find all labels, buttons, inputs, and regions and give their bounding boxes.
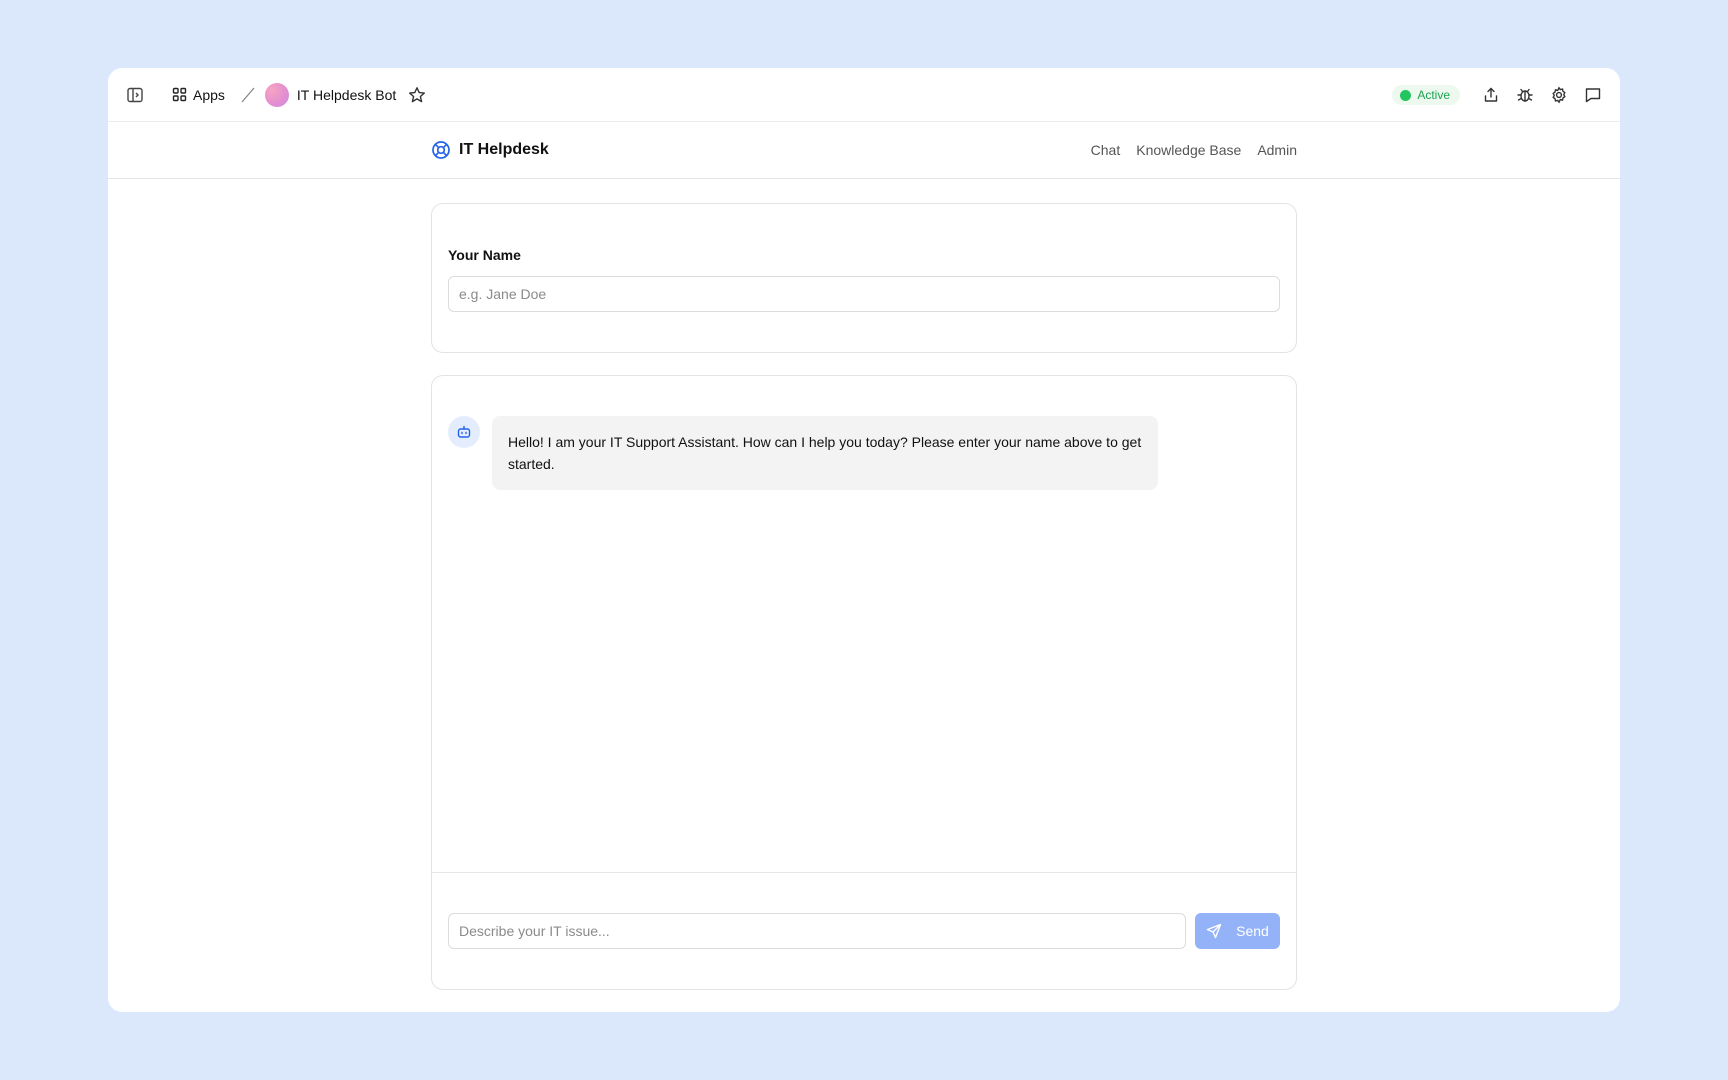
- bot-avatar: [448, 416, 480, 448]
- breadcrumb-separator: [241, 87, 255, 102]
- send-button[interactable]: Send: [1195, 913, 1280, 949]
- chat-card: Hello! I am your IT Support Assistant. H…: [431, 375, 1297, 990]
- send-icon: [1206, 923, 1222, 939]
- name-card: Your Name: [431, 203, 1297, 353]
- sidebar-toggle-icon[interactable]: [124, 84, 146, 106]
- nav-knowledge-base[interactable]: Knowledge Base: [1136, 142, 1241, 158]
- nav-admin[interactable]: Admin: [1257, 142, 1297, 158]
- chat-divider: [432, 872, 1296, 873]
- send-label: Send: [1236, 923, 1269, 939]
- apps-label: Apps: [193, 86, 225, 103]
- app-name[interactable]: IT Helpdesk Bot: [297, 87, 396, 103]
- lifebuoy-icon: [432, 141, 450, 159]
- name-field-label: Your Name: [448, 247, 521, 263]
- status-badge: Active: [1392, 85, 1460, 105]
- grid-icon: [172, 87, 187, 102]
- bot-icon: [457, 425, 471, 438]
- brand-title: IT Helpdesk: [459, 141, 549, 158]
- chat-bubble-icon[interactable]: [1582, 84, 1604, 106]
- nav-chat[interactable]: Chat: [1091, 142, 1121, 158]
- status-label: Active: [1417, 88, 1450, 102]
- message-input[interactable]: [448, 913, 1186, 949]
- header-nav: Chat Knowledge Base Admin: [1091, 142, 1297, 158]
- apps-link[interactable]: Apps: [172, 87, 225, 103]
- star-icon[interactable]: [406, 84, 428, 106]
- top-bar: Apps IT Helpdesk Bot Active: [108, 68, 1620, 122]
- bug-icon[interactable]: [1514, 84, 1536, 106]
- status-dot: [1400, 89, 1412, 101]
- app-window: Apps IT Helpdesk Bot Active IT Helpdesk …: [108, 68, 1620, 1012]
- share-icon[interactable]: [1480, 84, 1502, 106]
- name-input[interactable]: [448, 276, 1280, 312]
- bot-message: Hello! I am your IT Support Assistant. H…: [492, 416, 1158, 490]
- brand[interactable]: IT Helpdesk: [431, 140, 549, 160]
- app-avatar: [264, 82, 289, 107]
- topbar-actions: Active: [1392, 68, 1604, 122]
- gear-icon[interactable]: [1548, 84, 1570, 106]
- app-header: IT Helpdesk Chat Knowledge Base Admin: [108, 122, 1620, 179]
